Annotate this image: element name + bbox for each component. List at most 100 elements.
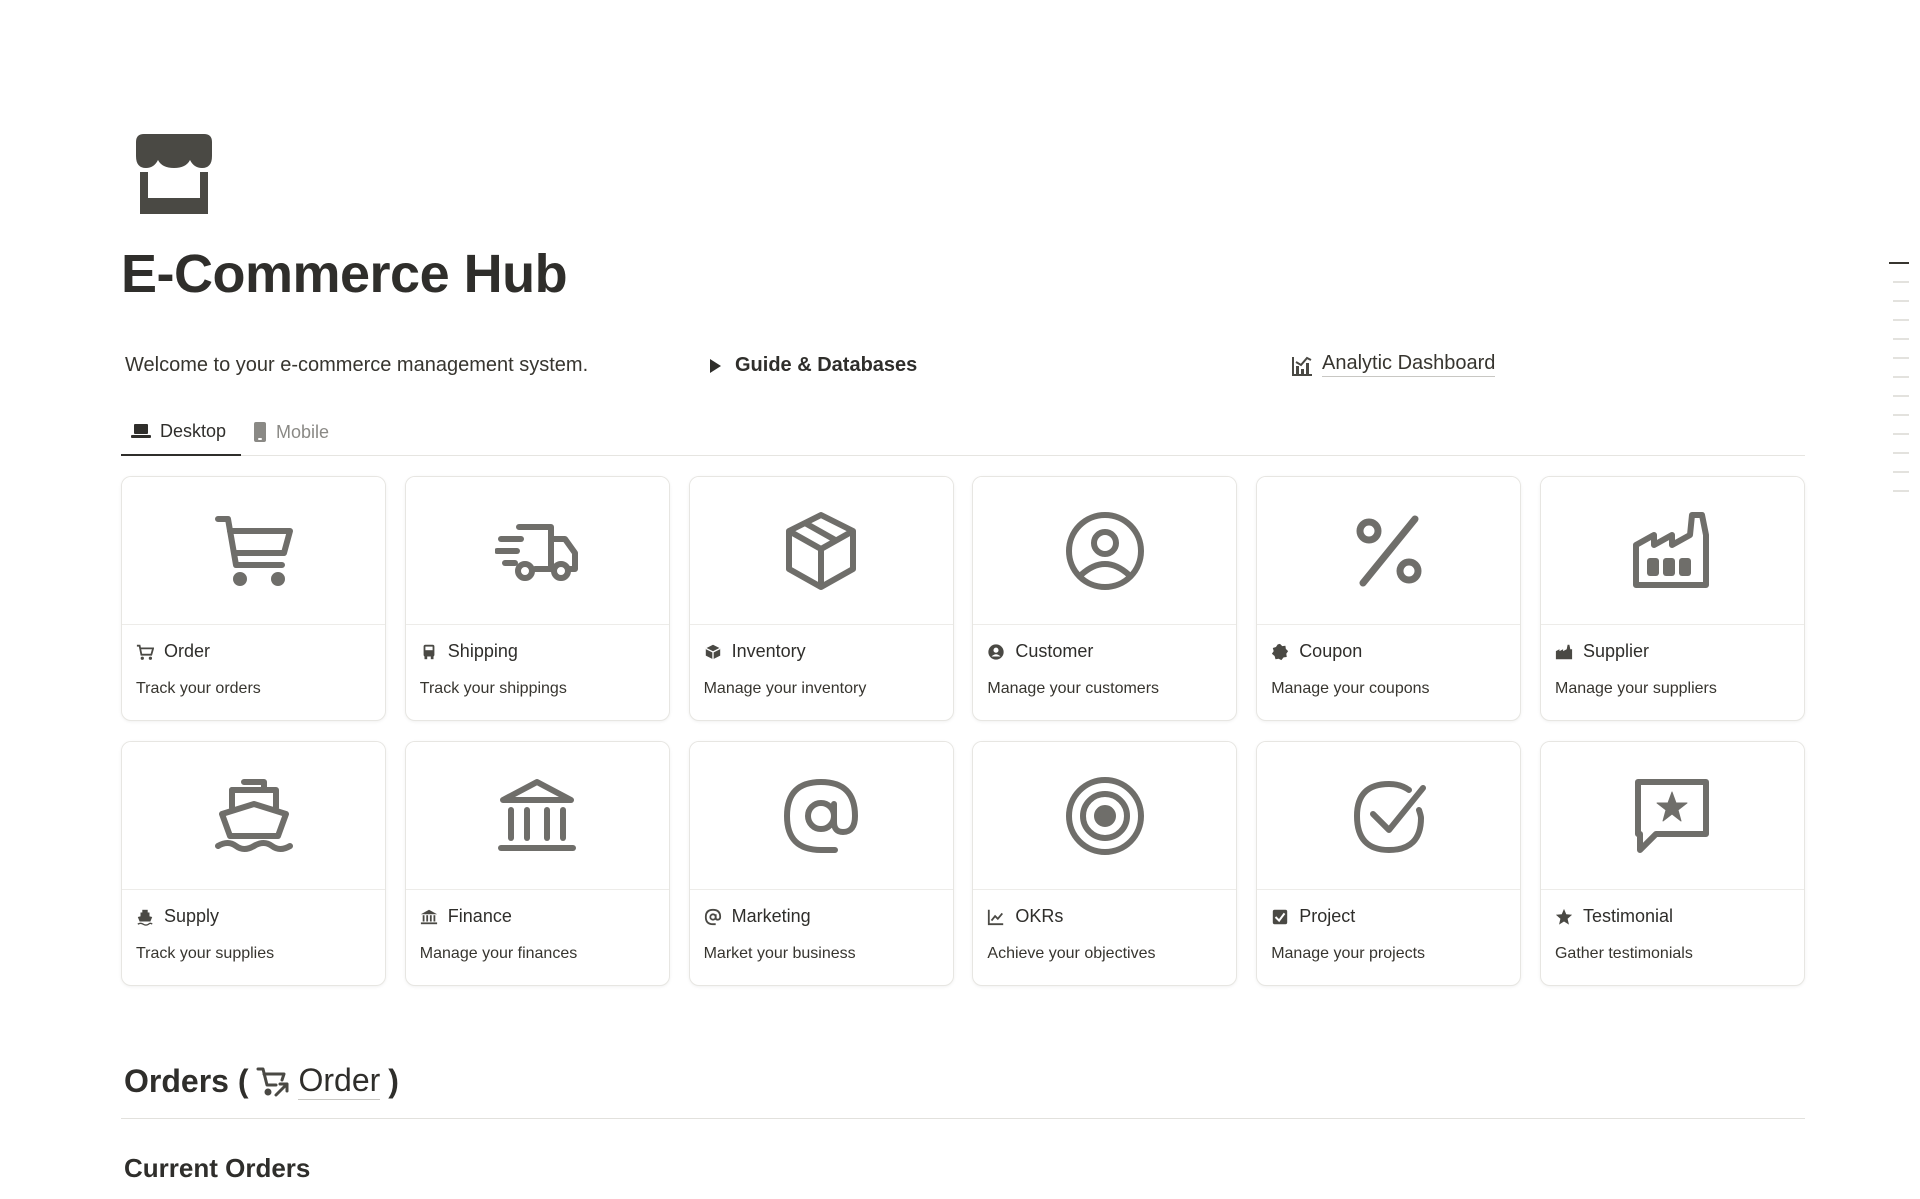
percent-icon — [1356, 515, 1422, 586]
card-title[interactable]: Inventory — [732, 641, 806, 662]
ship-icon — [214, 778, 293, 852]
dashboard-link-label[interactable]: Analytic Dashboard — [1322, 352, 1496, 377]
card-title[interactable]: Order — [164, 641, 210, 662]
card-cover — [689, 477, 953, 625]
welcome-text: Welcome to your e-commerce management sy… — [125, 354, 589, 376]
cart-icon — [136, 644, 154, 660]
order-database-link[interactable]: Order — [298, 1063, 381, 1100]
card-cover — [405, 742, 669, 890]
ship-icon — [137, 909, 153, 926]
card-order[interactable]: Order Track your orders — [121, 476, 386, 721]
cart-link-icon[interactable] — [256, 1065, 290, 1099]
tab-desktop[interactable]: Desktop — [121, 408, 241, 456]
toc-marker[interactable] — [1889, 262, 1909, 264]
card-description: Track your orders — [136, 680, 261, 697]
guide-databases-toggle[interactable]: Guide & Databases — [710, 354, 917, 377]
chart-icon — [1292, 356, 1312, 376]
card-cover — [1257, 742, 1521, 890]
card-description: Manage your projects — [1271, 945, 1426, 962]
tab-label[interactable]: Desktop — [160, 421, 226, 442]
phone-icon — [254, 422, 266, 442]
laptop-icon — [131, 424, 151, 438]
current-orders-heading: Current Orders — [124, 1153, 311, 1183]
triangle-right-icon[interactable] — [710, 358, 721, 373]
card-description: Manage your inventory — [703, 680, 867, 697]
card-cover — [405, 477, 669, 625]
card-title[interactable]: Supplier — [1583, 641, 1649, 662]
toc-marker[interactable] — [1893, 395, 1909, 397]
card-project[interactable]: Project Manage your projects — [1256, 741, 1522, 986]
at-icon — [704, 908, 721, 925]
toc-marker[interactable] — [1893, 452, 1909, 454]
view-tabs: Desktop Mobile — [121, 408, 1805, 456]
card-cover — [122, 742, 385, 890]
table-of-contents-minimap[interactable] — [1889, 262, 1911, 509]
card-cover — [689, 742, 953, 890]
toc-marker[interactable] — [1893, 281, 1909, 283]
card-supply[interactable]: Supply Track your supplies — [121, 741, 386, 986]
truck-icon — [495, 523, 579, 581]
card-finance[interactable]: Finance Manage your finances — [404, 741, 670, 986]
analytic-dashboard-link[interactable]: Analytic Dashboard — [1290, 352, 1496, 377]
toc-marker[interactable] — [1893, 414, 1909, 416]
trend-chart-icon — [988, 909, 1004, 925]
card-cover — [1540, 477, 1804, 625]
toc-marker[interactable] — [1893, 471, 1909, 473]
target-icon — [1065, 776, 1144, 855]
card-title[interactable]: Shipping — [448, 641, 518, 662]
card-description: Manage your suppliers — [1554, 680, 1717, 697]
card-inventory[interactable]: Inventory Manage your inventory — [688, 476, 954, 721]
toc-marker[interactable] — [1893, 376, 1909, 378]
user-circle-icon — [1065, 511, 1144, 590]
factory-icon — [1555, 644, 1573, 659]
card-cover — [973, 477, 1237, 625]
card-description: Achieve your objectives — [987, 945, 1156, 962]
card-title[interactable]: Project — [1299, 906, 1355, 927]
at-icon — [784, 778, 859, 853]
card-description: Market your business — [703, 945, 856, 962]
card-customer[interactable]: Customer Manage your customers — [972, 476, 1238, 721]
tab-mobile[interactable]: Mobile — [253, 408, 329, 456]
card-supplier[interactable]: Supplier Manage your suppliers — [1539, 476, 1805, 721]
tab-label[interactable]: Mobile — [276, 422, 329, 443]
check-circle-icon — [1353, 780, 1426, 853]
box-icon — [786, 511, 857, 590]
divider — [121, 1118, 1805, 1119]
card-cover — [122, 477, 385, 625]
bank-icon — [498, 778, 577, 851]
toggle-label[interactable]: Guide & Databases — [735, 354, 917, 377]
card-testimonial[interactable]: Testimonial Gather testimonials — [1539, 741, 1805, 986]
card-cover — [973, 742, 1237, 890]
bank-icon — [420, 909, 437, 924]
toc-marker[interactable] — [1893, 338, 1909, 340]
card-title[interactable]: Supply — [164, 906, 219, 927]
card-title[interactable]: Testimonial — [1583, 906, 1673, 927]
card-title[interactable]: Customer — [1015, 641, 1093, 662]
card-coupon[interactable]: Coupon Manage your coupons — [1256, 476, 1522, 721]
card-marketing[interactable]: Marketing Market your business — [688, 741, 954, 986]
card-title[interactable]: Coupon — [1299, 641, 1362, 662]
card-okrs[interactable]: OKRs Achieve your objectives — [972, 741, 1238, 986]
card-description: Manage your coupons — [1271, 680, 1430, 697]
toc-marker[interactable] — [1893, 319, 1909, 321]
card-title[interactable]: OKRs — [1015, 906, 1063, 927]
star-message-icon — [1635, 778, 1710, 853]
database-gallery: Order Track your orders Shipping Track y… — [121, 476, 1805, 986]
checkbox-icon — [1272, 909, 1288, 924]
card-description: Gather testimonials — [1554, 945, 1693, 962]
card-shipping[interactable]: Shipping Track your shippings — [404, 476, 670, 721]
user-circle-icon — [988, 643, 1005, 660]
storefront-icon[interactable] — [132, 134, 216, 218]
card-title[interactable]: Finance — [448, 906, 512, 927]
toc-marker[interactable] — [1893, 490, 1909, 492]
toc-marker[interactable] — [1893, 300, 1909, 302]
orders-heading: Orders ( Order ) — [124, 1063, 399, 1100]
card-description: Track your shippings — [419, 680, 567, 697]
box-icon — [705, 644, 721, 659]
toc-marker[interactable] — [1893, 433, 1909, 435]
card-description: Manage your customers — [987, 680, 1160, 697]
toc-marker[interactable] — [1893, 357, 1909, 359]
factory-icon — [1633, 511, 1710, 588]
card-title[interactable]: Marketing — [732, 906, 811, 927]
page: E-Commerce Hub Welcome to your e-commerc… — [0, 0, 1920, 1199]
